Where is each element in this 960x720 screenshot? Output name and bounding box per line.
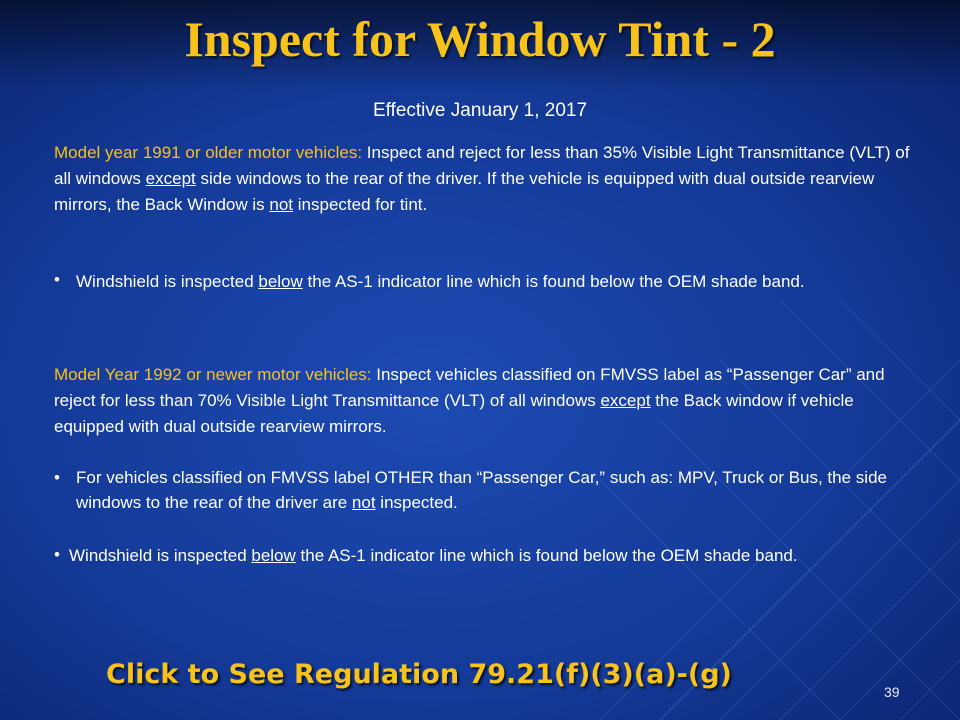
bullet-symbol: • [54, 270, 60, 289]
page-number: 39 [884, 684, 900, 700]
section-1992-label: Model Year 1992 or newer motor vehicles: [54, 365, 372, 384]
bullet-2-not: not [351, 493, 376, 512]
bullet-2-text-b: inspected. [375, 493, 458, 512]
section-1992-newer: Model Year 1992 or newer motor vehicles:… [54, 362, 914, 440]
regulation-link[interactable]: Click to See Regulation 79.21(f)(3)(a)-(… [106, 659, 732, 690]
bullet-symbol: • [54, 545, 60, 564]
section-1991-text-c: inspected for tint. [293, 195, 428, 214]
slide: Inspect for Window Tint - 2 Effective Ja… [0, 0, 960, 720]
bullet-3-text-b: the AS-1 indicator line which is found b… [295, 546, 798, 565]
section-1991-older: Model year 1991 or older motor vehicles:… [54, 140, 914, 218]
bullet-windshield-2: • Windshield is inspected below the AS-1… [54, 542, 914, 570]
bullet-symbol: • [54, 468, 60, 487]
section-1991-label: Model year 1991 or older motor vehicles: [54, 143, 363, 162]
bullet-3-below: below [251, 546, 296, 565]
bullet-1-text-b: the AS-1 indicator line which is found b… [302, 272, 805, 291]
bullet-1-text-a: Windshield is inspected [76, 272, 259, 291]
bullet-3-text-a: Windshield is inspected [69, 546, 252, 565]
bullet-2-text-a: For vehicles classified on FMVSS label O… [76, 468, 887, 512]
slide-title: Inspect for Window Tint - 2 [184, 11, 776, 67]
section-1992-except: except [600, 391, 651, 410]
section-1991-except: except [145, 169, 196, 188]
bullet-fmvss-other: • For vehicles classified on FMVSS label… [54, 465, 914, 515]
bullet-1-below: below [258, 272, 303, 291]
effective-date: Effective January 1, 2017 [372, 100, 588, 121]
bullet-fmvss-other-text: For vehicles classified on FMVSS label O… [76, 465, 906, 515]
section-1991-not: not [269, 195, 294, 214]
bullet-windshield-1-text: Windshield is inspected below the AS-1 i… [76, 267, 896, 297]
bullet-windshield-1: • Windshield is inspected below the AS-1… [54, 267, 914, 297]
bullet-windshield-2-text: Windshield is inspected below the AS-1 i… [69, 542, 889, 570]
